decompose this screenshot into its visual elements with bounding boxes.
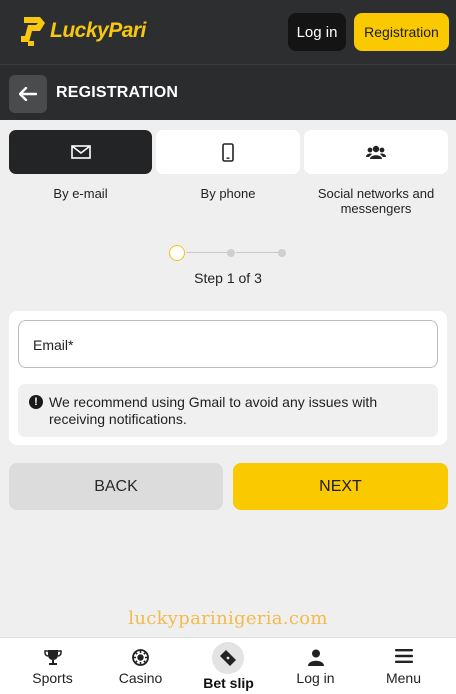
tab-by-phone[interactable] — [156, 130, 300, 174]
tab-by-email[interactable] — [9, 130, 152, 174]
top-header: LuckyPari Log in Registration — [0, 0, 456, 64]
envelope-icon — [70, 145, 91, 159]
user-icon — [307, 649, 324, 666]
registration-form: Email* ! We recommend using Gmail to avo… — [9, 311, 447, 445]
page-header: REGISTRATION — [0, 64, 456, 120]
step-dot-3 — [278, 249, 286, 257]
poker-chip-icon — [132, 649, 149, 666]
nav-item-menu[interactable]: Menu — [358, 638, 449, 694]
users-icon — [366, 145, 386, 159]
tab-social-networks[interactable] — [304, 130, 448, 174]
nav-item-login[interactable]: Log in — [270, 638, 361, 694]
tab-label-social: Social networks and messengers — [317, 186, 435, 216]
login-button[interactable]: Log in — [288, 13, 346, 51]
bottom-navigation: Sports Casino Bet slip Log in Menu — [0, 637, 456, 694]
nav-item-sports[interactable]: Sports — [7, 638, 98, 694]
nav-label-bet-slip: Bet slip — [203, 675, 254, 691]
email-field[interactable]: Email* — [18, 320, 438, 368]
tab-label-email: By e-mail — [53, 186, 108, 201]
gmail-notice: ! We recommend using Gmail to avoid any … — [18, 384, 438, 437]
step-dot-2 — [227, 249, 235, 257]
trophy-icon — [43, 650, 62, 665]
nav-item-casino[interactable]: Casino — [95, 638, 186, 694]
ticket-icon — [220, 650, 236, 666]
page-title: REGISTRATION — [56, 84, 179, 101]
next-button[interactable]: NEXT — [233, 463, 448, 510]
exclamation-icon: ! — [29, 395, 43, 409]
notice-text: We recommend using Gmail to avoid any is… — [49, 394, 378, 427]
back-arrow-button[interactable] — [9, 75, 47, 113]
step-label: Step 1 of 3 — [194, 270, 262, 286]
tab-label-phone: By phone — [200, 186, 256, 201]
back-button[interactable]: BACK — [9, 463, 223, 510]
email-field-label: Email* — [33, 337, 74, 353]
phone-icon — [222, 142, 234, 162]
arrow-left-icon — [19, 87, 37, 101]
nav-label-sports: Sports — [32, 670, 73, 686]
registration-button[interactable]: Registration — [354, 13, 449, 51]
step-connector — [186, 252, 230, 253]
nav-label-menu: Menu — [385, 670, 422, 686]
step-progress — [168, 244, 292, 262]
step-dot-1-active — [169, 245, 185, 261]
nav-label-login: Log in — [296, 670, 335, 686]
logo-icon — [21, 17, 45, 46]
hamburger-icon — [394, 649, 413, 663]
watermark: luckyparinigeria.com — [128, 608, 328, 629]
nav-label-casino: Casino — [118, 670, 163, 686]
logo[interactable]: LuckyPari — [18, 14, 146, 48]
logo-text: LuckyPari — [50, 19, 146, 42]
step-connector — [236, 252, 282, 253]
nav-item-bet-slip[interactable]: Bet slip — [183, 638, 274, 694]
